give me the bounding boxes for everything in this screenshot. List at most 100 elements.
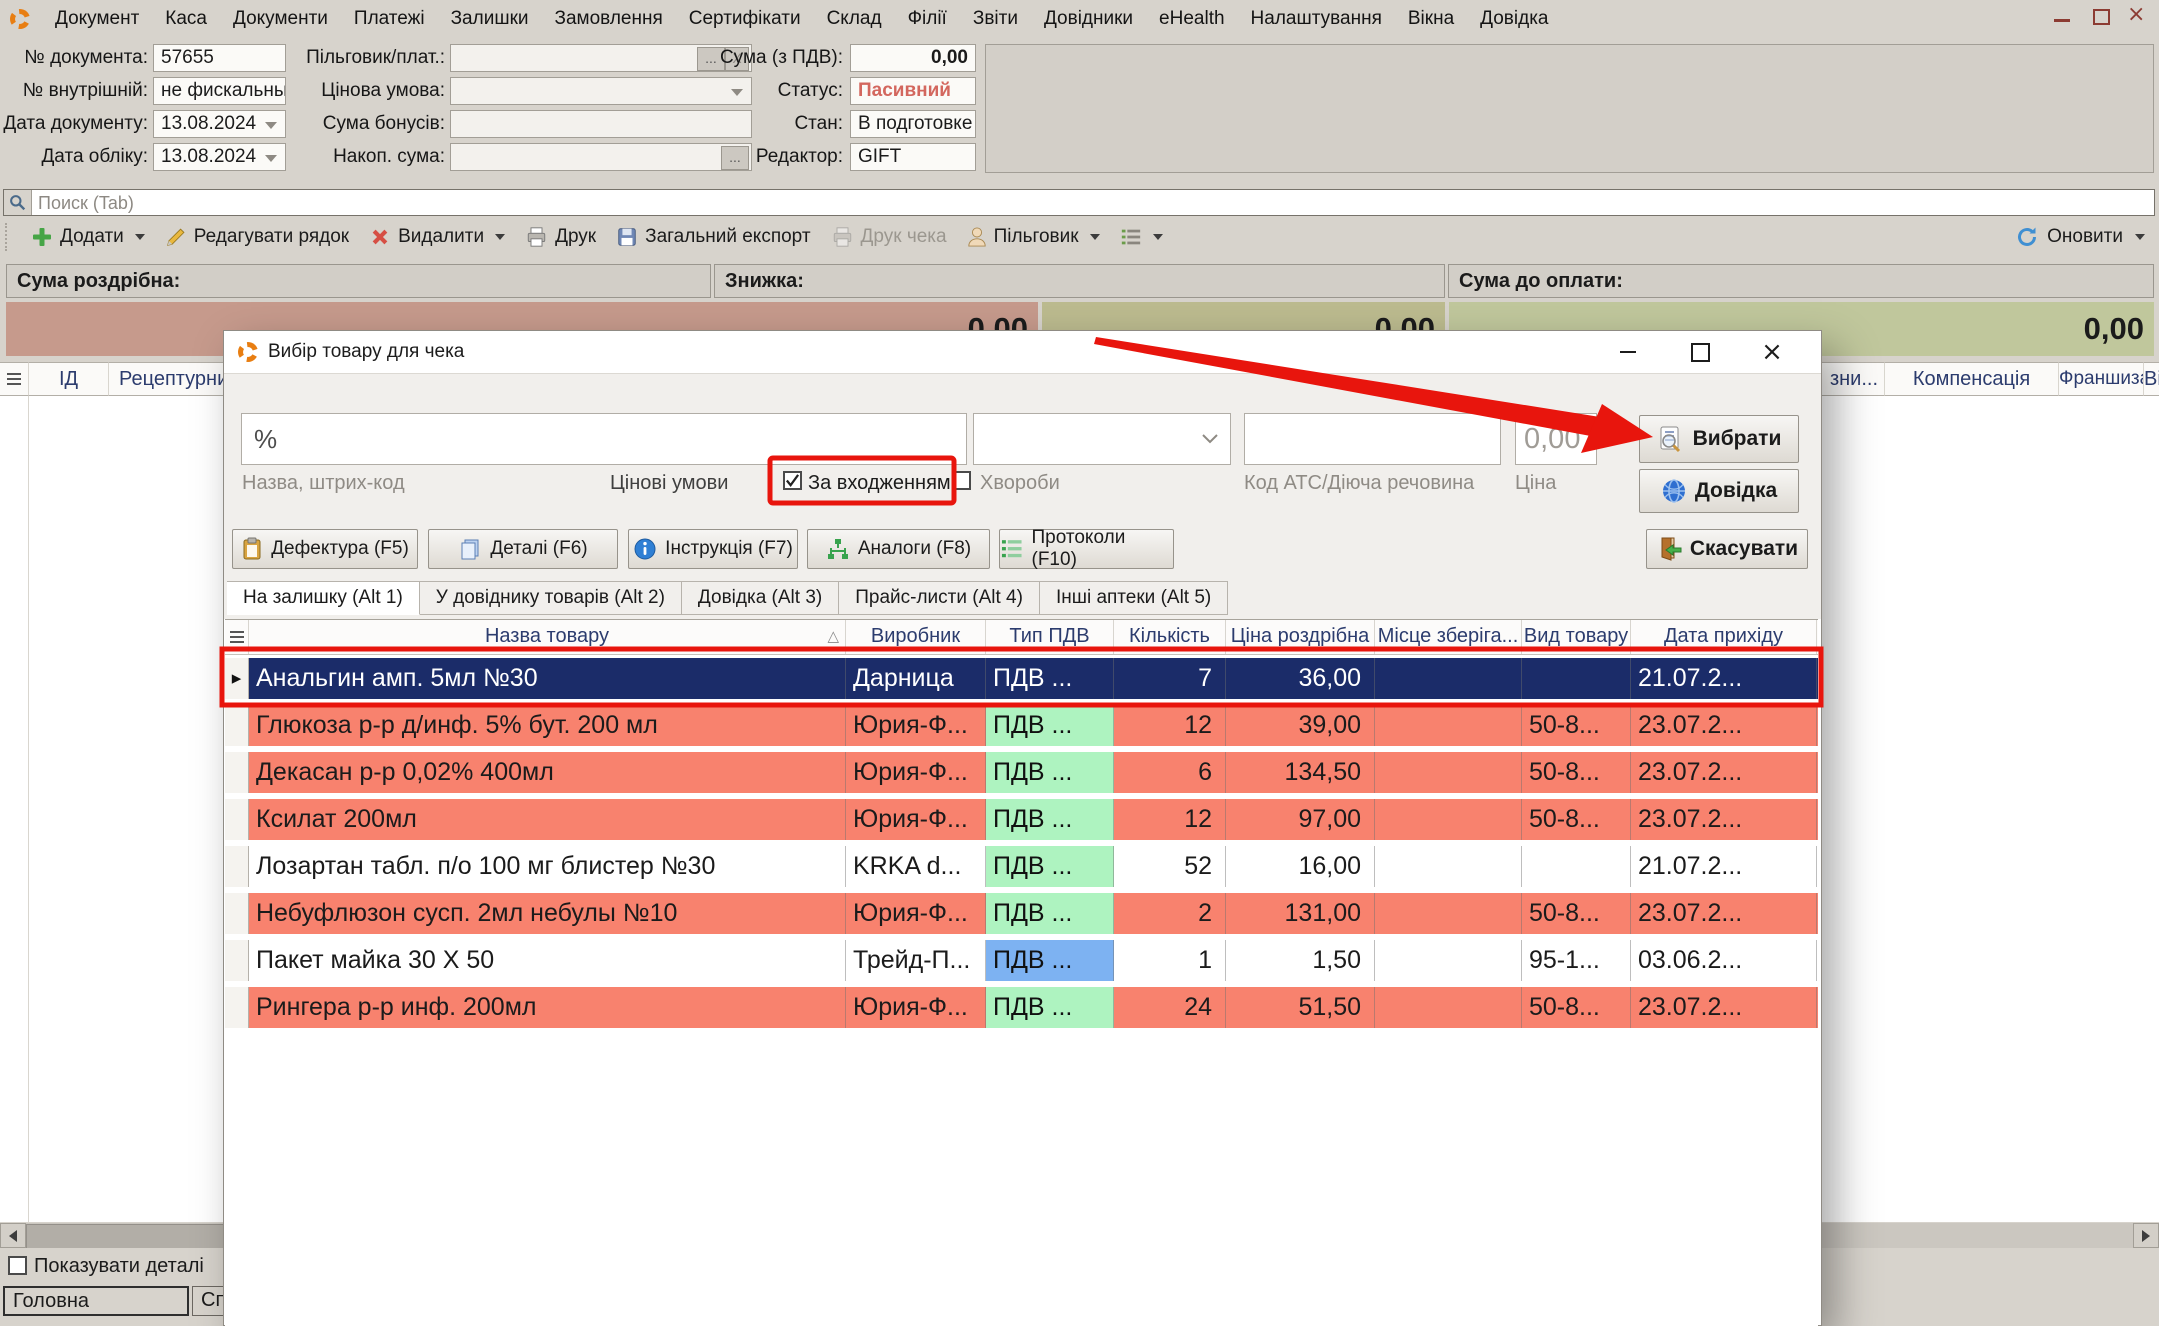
cell-storage bbox=[1375, 752, 1522, 793]
dialog-tab[interactable]: Довідка (Alt 3) bbox=[682, 581, 839, 615]
price-input[interactable]: 0,00 bbox=[1515, 413, 1597, 465]
cell-date: 23.07.2... bbox=[1631, 799, 1817, 840]
column-header-storage[interactable]: Місце зберіга... bbox=[1375, 620, 1522, 654]
grid-corner-burger-icon[interactable] bbox=[0, 362, 28, 396]
cell-vat: ПДВ ... bbox=[986, 799, 1114, 840]
beneficiary-button[interactable]: Пільговик bbox=[967, 226, 1100, 248]
chevron-down-icon bbox=[1090, 234, 1100, 240]
close-icon[interactable]: × bbox=[2127, 6, 2149, 26]
table-row[interactable]: Глюкоза р-р д/инф. 5% бут. 200 мл Юрия-Ф… bbox=[225, 705, 1818, 746]
column-header-quantity[interactable]: Кількість bbox=[1114, 620, 1226, 654]
menu-item[interactable]: Каса bbox=[152, 8, 220, 30]
column-header-dispense[interactable]: Відпу... bbox=[2143, 362, 2159, 396]
column-header-franchise[interactable]: Франшиза bbox=[2058, 362, 2143, 396]
tab-main[interactable]: Головна bbox=[3, 1286, 189, 1316]
defect-button[interactable]: Дефектура (F5) bbox=[232, 529, 418, 569]
menu-item[interactable]: Документ bbox=[42, 8, 152, 30]
menu-item[interactable]: Залишки bbox=[438, 8, 542, 30]
dialog-title-bar[interactable]: Вибір товару для чека × bbox=[224, 331, 1821, 374]
dialog-maximize-icon[interactable] bbox=[1675, 337, 1725, 367]
cancel-button[interactable]: Скасувати bbox=[1646, 529, 1808, 569]
minimize-icon[interactable] bbox=[2051, 6, 2073, 26]
table-row[interactable]: Ксилат 200мл Юрия-Ф... ПДВ ... 12 97,00 … bbox=[225, 799, 1818, 840]
column-header-vat[interactable]: Тип ПДВ bbox=[986, 620, 1114, 654]
delete-button[interactable]: Видалити bbox=[369, 226, 505, 248]
cell-price: 97,00 bbox=[1226, 799, 1375, 840]
menu-item[interactable]: Звіти bbox=[960, 8, 1031, 30]
menu-item[interactable]: Замовлення bbox=[542, 8, 676, 30]
dialog-tab[interactable]: У довіднику товарів (Alt 2) bbox=[420, 581, 682, 615]
print-button[interactable]: Друк bbox=[525, 226, 596, 248]
diseases-checkbox[interactable] bbox=[952, 471, 971, 490]
refresh-button[interactable]: Оновити bbox=[2015, 218, 2145, 256]
cell-storage bbox=[1375, 893, 1522, 934]
cell-date: 23.07.2... bbox=[1631, 987, 1817, 1028]
cell-price: 16,00 bbox=[1226, 846, 1375, 887]
table-row[interactable]: Лозартан табл. п/о 100 мг блистер №30 KR… bbox=[225, 846, 1818, 887]
menu-item[interactable]: Документи bbox=[220, 8, 341, 30]
column-header-manufacturer[interactable]: Виробник bbox=[846, 620, 986, 654]
cell-storage bbox=[1375, 846, 1522, 887]
column-header-retail-price[interactable]: Ціна роздрібна bbox=[1226, 620, 1375, 654]
row-marker bbox=[225, 705, 249, 746]
table-row[interactable]: Декасан р-р 0,02% 400мл Юрия-Ф... ПДВ ..… bbox=[225, 752, 1818, 793]
protocols-button[interactable]: Протоколи (F10) bbox=[999, 529, 1174, 569]
menu-bar: ДокументКасаДокументиПлатежіЗалишкиЗамов… bbox=[0, 0, 2159, 38]
menu-item[interactable]: Вікна bbox=[1395, 8, 1467, 30]
tree-icon bbox=[826, 537, 850, 561]
analogs-button[interactable]: Аналоги (F8) bbox=[807, 529, 990, 569]
beneficiary-label: Пільговик/плат.: bbox=[255, 44, 445, 72]
application-window: ДокументКасаДокументиПлатежіЗалишкиЗамов… bbox=[0, 0, 2159, 1326]
menu-item[interactable]: eHealth bbox=[1146, 8, 1238, 30]
column-header-compensation[interactable]: Компенсація bbox=[1884, 362, 2058, 396]
table-row[interactable]: Рингера р-р инф. 200мл Юрия-Ф... ПДВ ...… bbox=[225, 987, 1818, 1028]
table-row[interactable]: Небуфлюзон сусп. 2мл небулы №10 Юрия-Ф..… bbox=[225, 893, 1818, 934]
select-button[interactable]: Вибрати bbox=[1639, 415, 1799, 463]
menu-item[interactable]: Склад bbox=[814, 8, 895, 30]
header-burger-icon[interactable] bbox=[225, 620, 249, 654]
atc-code-input[interactable] bbox=[1244, 413, 1501, 465]
details-button[interactable]: Деталі (F6) bbox=[428, 529, 618, 569]
restore-icon[interactable] bbox=[2089, 6, 2111, 26]
menu-item[interactable]: Налаштування bbox=[1238, 8, 1395, 30]
by-occurrence-checkbox[interactable] bbox=[783, 471, 802, 490]
edit-row-button[interactable]: Редагувати рядок bbox=[165, 226, 349, 248]
add-button[interactable]: Додати bbox=[31, 226, 145, 248]
info-icon bbox=[633, 537, 657, 561]
refresh-icon bbox=[2015, 225, 2039, 249]
table-row[interactable]: Пакет майка 30 X 50 Трейд-П... ПДВ ... 1… bbox=[225, 940, 1818, 981]
help-button[interactable]: Довідка bbox=[1639, 469, 1799, 513]
search-bar[interactable]: Поиск (Tab) bbox=[3, 189, 2155, 216]
column-header-id[interactable]: ІД bbox=[28, 362, 108, 396]
menu-item[interactable]: Платежі bbox=[341, 8, 438, 30]
menu-item[interactable]: Довідники bbox=[1031, 8, 1146, 30]
column-header-kind[interactable]: Вид товару bbox=[1522, 620, 1631, 654]
show-details-checkbox[interactable] bbox=[8, 1256, 27, 1275]
cell-kind bbox=[1522, 846, 1631, 887]
row-options-button[interactable] bbox=[1120, 227, 1163, 247]
column-header-name[interactable]: Назва товару bbox=[249, 620, 846, 654]
product-select-dialog: Вибір товару для чека × % 0,00 Вибрати Н… bbox=[223, 330, 1822, 1326]
product-search-input[interactable]: % bbox=[241, 413, 967, 465]
dialog-close-icon[interactable]: × bbox=[1747, 337, 1797, 367]
dialog-tab[interactable]: На залишку (Alt 1) bbox=[227, 581, 420, 615]
menu-item[interactable]: Довідка bbox=[1467, 8, 1561, 30]
price-conditions-combo[interactable] bbox=[973, 413, 1231, 465]
table-row[interactable]: ▸ Анальгин амп. 5мл №30 Дарница ПДВ ... … bbox=[225, 658, 1818, 699]
export-button[interactable]: Загальний експорт bbox=[616, 226, 810, 248]
column-header-arrival-date[interactable]: Дата прихіду bbox=[1631, 620, 1817, 654]
cell-kind: 50-8... bbox=[1522, 705, 1631, 746]
dialog-minimize-icon[interactable] bbox=[1603, 337, 1653, 367]
dialog-tab[interactable]: Інші аптеки (Alt 5) bbox=[1040, 581, 1228, 615]
clipboard-icon bbox=[241, 537, 263, 561]
instruction-button[interactable]: Інструкція (F7) bbox=[628, 529, 798, 569]
sum-vat-field: 0,00 bbox=[850, 44, 976, 72]
menu-item[interactable]: Сертифікати bbox=[676, 8, 814, 30]
dialog-tab[interactable]: Прайс-листи (Alt 4) bbox=[839, 581, 1040, 615]
status-label: Статус: bbox=[655, 77, 843, 105]
menu-item[interactable]: Філії bbox=[895, 8, 960, 30]
cell-storage bbox=[1375, 705, 1522, 746]
scroll-right-icon[interactable] bbox=[2133, 1223, 2159, 1248]
cell-manufacturer: Дарница bbox=[846, 658, 986, 699]
scroll-left-icon[interactable] bbox=[0, 1223, 26, 1248]
